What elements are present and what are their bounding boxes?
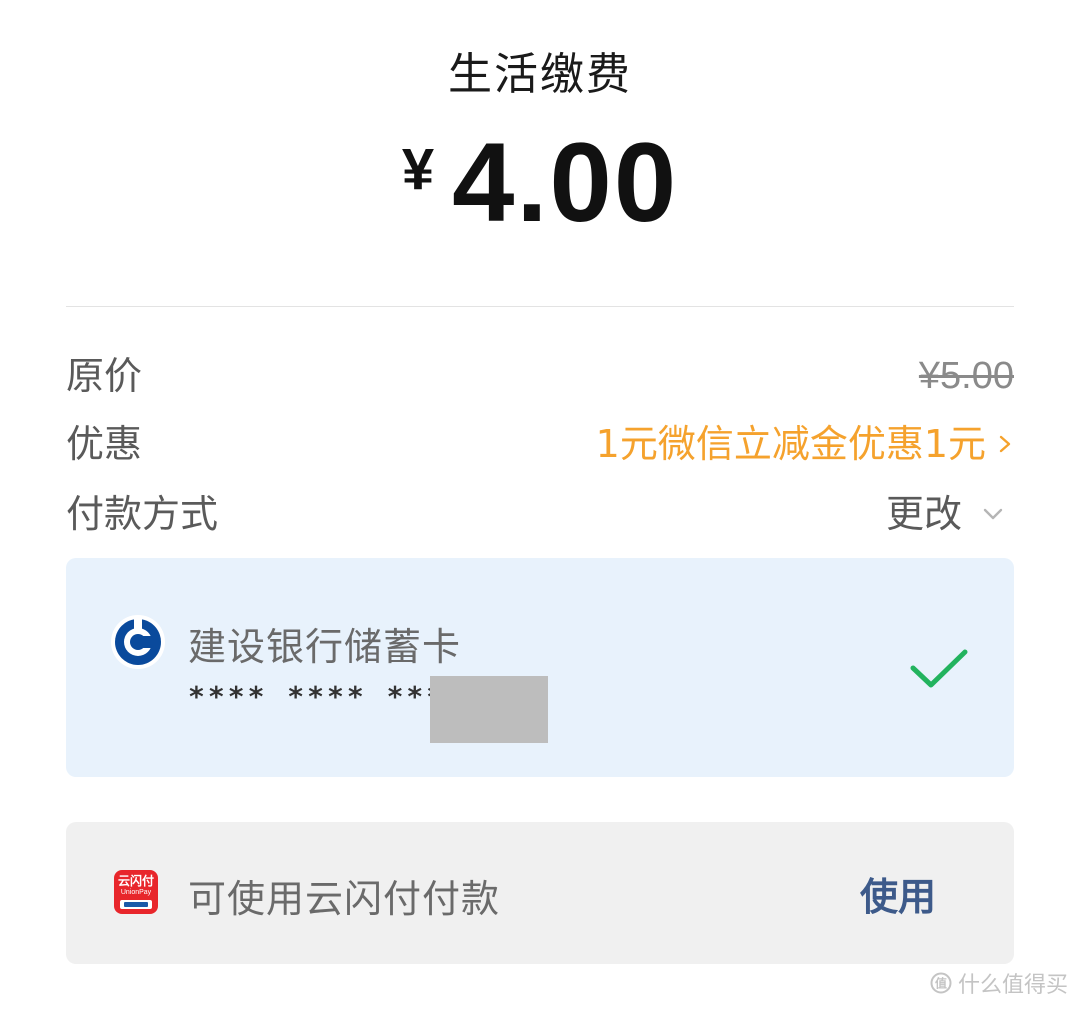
svg-text:值: 值 bbox=[935, 976, 947, 991]
original-price-value: ¥5.00 bbox=[918, 355, 1014, 397]
original-price-label: 原价 bbox=[66, 354, 143, 398]
change-label: 更改 bbox=[885, 492, 962, 536]
discount-value: 1元微信立减金优惠1元 bbox=[595, 422, 986, 466]
change-payment-button[interactable]: 更改 bbox=[886, 484, 1014, 544]
watermark-text: 什么值得买 bbox=[957, 973, 1068, 998]
payment-method-row: 付款方式 更改 bbox=[66, 484, 1014, 544]
discount-label: 优惠 bbox=[66, 422, 143, 466]
page-title: 生活缴费 bbox=[448, 49, 632, 100]
watermark: 值 什么值得买 bbox=[930, 967, 1068, 999]
ccb-bank-logo-icon bbox=[111, 615, 165, 669]
selected-card-option[interactable]: 建设银行储蓄卡 **** **** **** bbox=[66, 558, 1014, 777]
payment-amount: ¥4.00 bbox=[0, 118, 1080, 247]
currency-symbol: ¥ bbox=[401, 137, 435, 202]
unionpay-logo-card-stripe bbox=[124, 902, 148, 907]
card-number: **** **** **** bbox=[188, 680, 467, 713]
check-icon bbox=[910, 649, 968, 688]
unionpay-option[interactable]: 云闪付 UnionPay 可使用云闪付付款 使用 bbox=[66, 822, 1014, 964]
chevron-right-icon bbox=[999, 435, 1011, 453]
amount-value: 4.00 bbox=[452, 120, 679, 245]
unionpay-logo-icon: 云闪付 UnionPay bbox=[114, 870, 158, 914]
original-price-row: 原价 ¥5.00 bbox=[66, 346, 1014, 406]
payment-method-label: 付款方式 bbox=[66, 492, 219, 536]
card-number-redaction bbox=[430, 676, 548, 743]
unionpay-logo-text: 云闪付 bbox=[117, 874, 154, 888]
divider bbox=[66, 306, 1014, 307]
chevron-down-icon bbox=[983, 508, 1003, 520]
watermark-logo-icon: 值 bbox=[930, 972, 952, 994]
use-unionpay-button[interactable]: 使用 bbox=[860, 866, 936, 921]
discount-row[interactable]: 优惠 1元微信立减金优惠1元 bbox=[66, 414, 1014, 474]
discount-link[interactable]: 1元微信立减金优惠1元 bbox=[596, 414, 1014, 474]
bank-name: 建设银行储蓄卡 bbox=[188, 625, 462, 669]
unionpay-label: 可使用云闪付付款 bbox=[188, 877, 501, 921]
unionpay-logo-subtext: UnionPay bbox=[120, 889, 152, 896]
